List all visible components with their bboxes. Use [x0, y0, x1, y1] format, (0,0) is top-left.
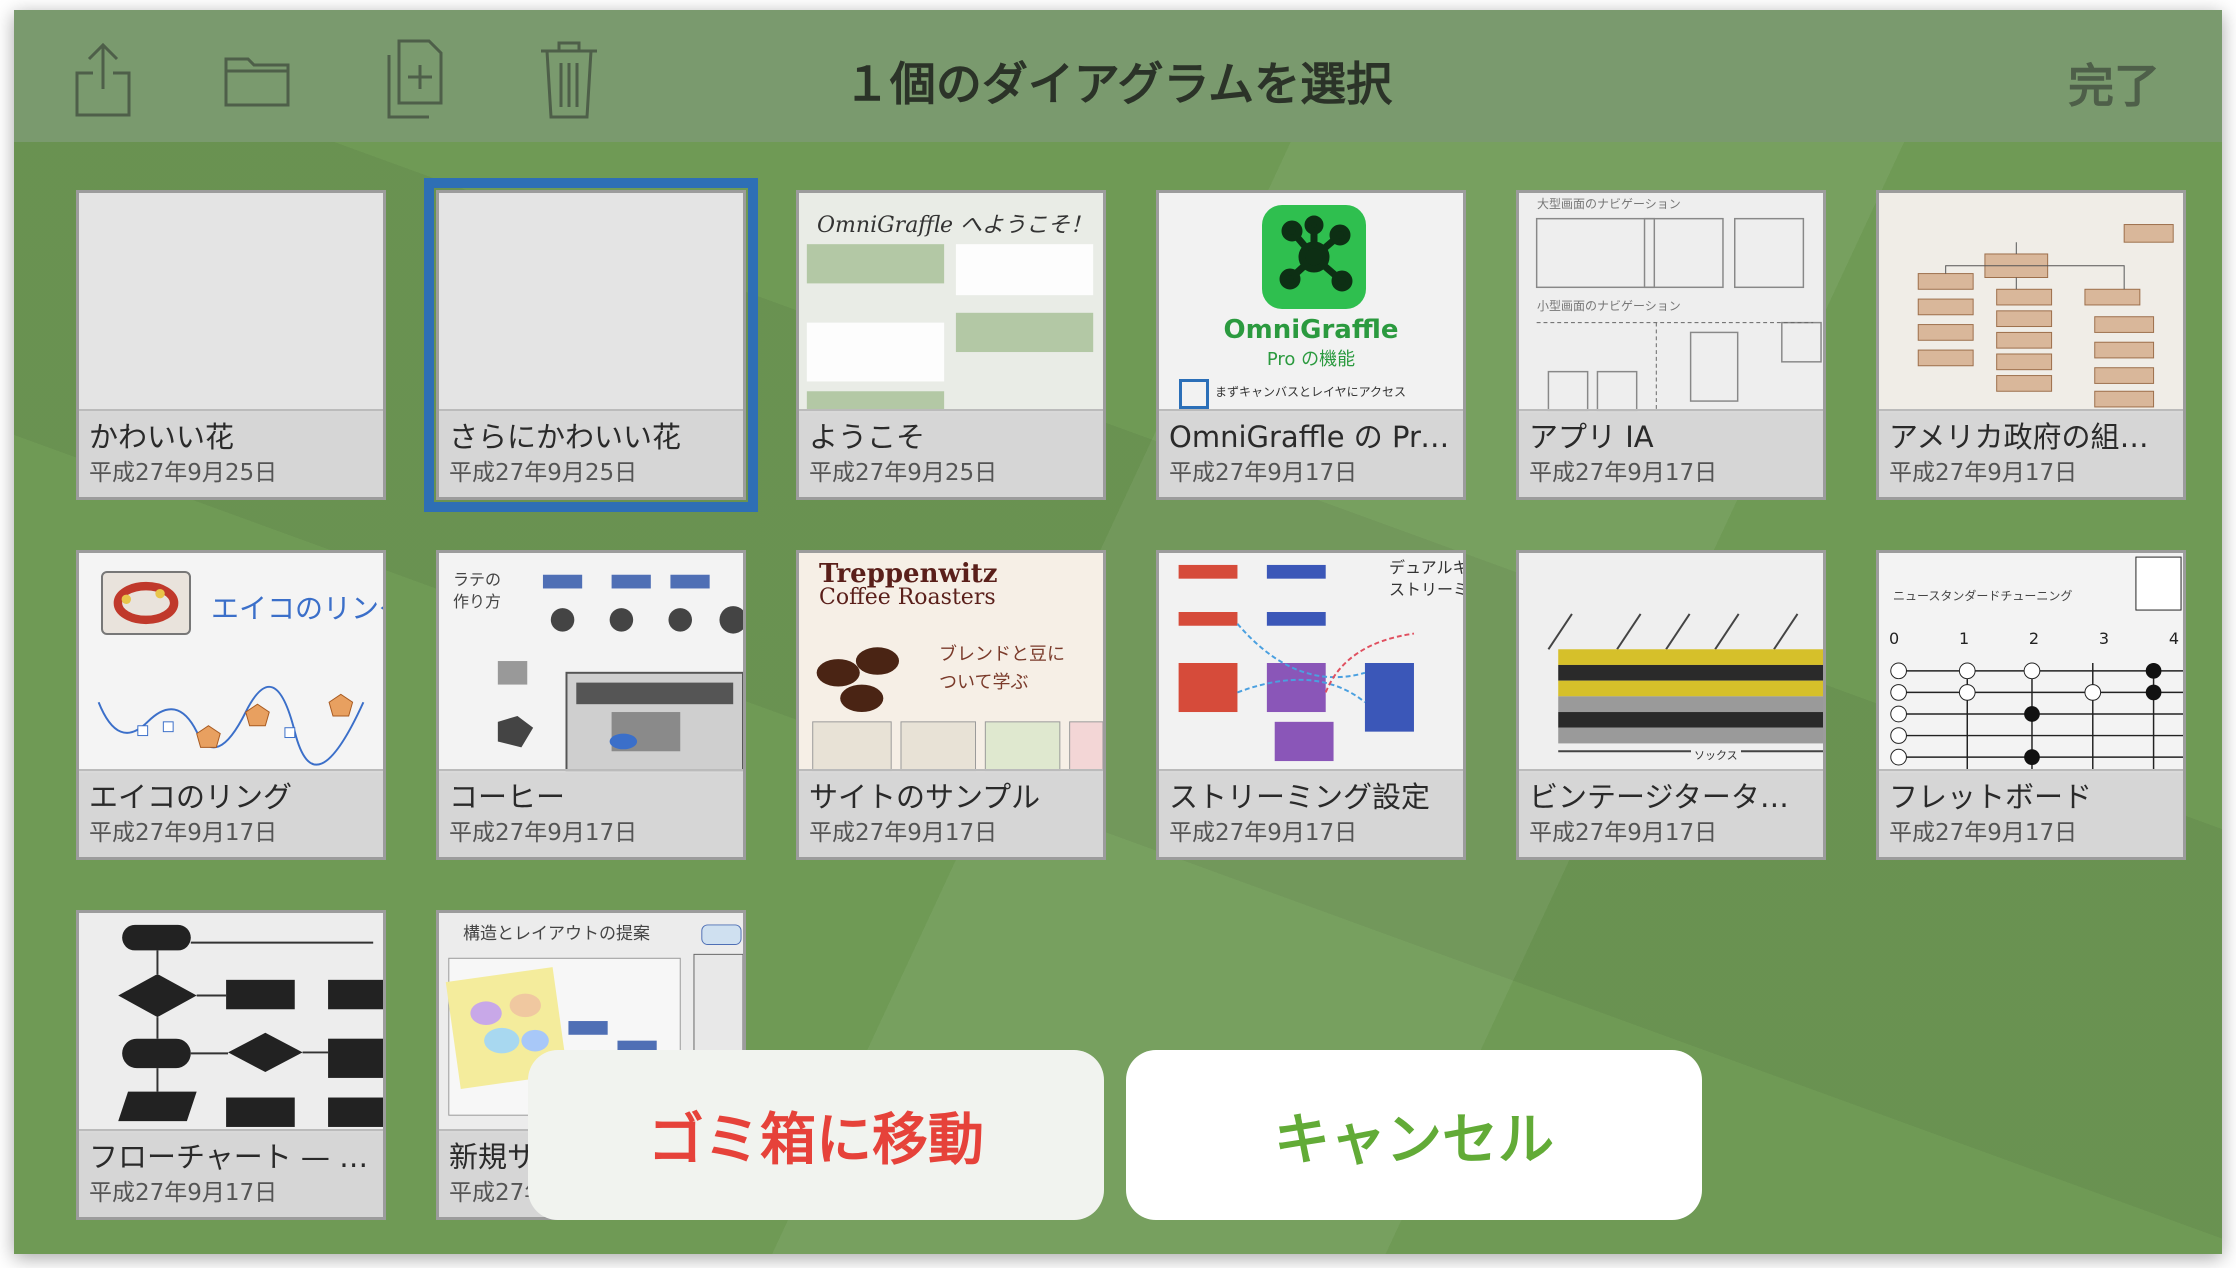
document-name: さらにかわいい花	[449, 420, 682, 454]
document-card[interactable]: ラテの作り方 コーヒー 平成27年9月17日	[436, 550, 746, 860]
document-date: 平成27年9月17日	[1889, 820, 2078, 846]
document-card[interactable]: アメリカ政府の組織図 平成27年9月17日	[1876, 190, 2186, 500]
document-date: 平成27年9月17日	[1169, 460, 1358, 486]
page-title: １個のダイアグラムを選択	[843, 57, 1393, 111]
document-thumbnail: 大型画面のナビゲーション 小型画面のナビゲーション	[1519, 193, 1823, 413]
document-date: 平成27年9月17日	[1529, 820, 1718, 846]
document-thumbnail	[1879, 193, 2183, 413]
document-name: アプリ IA	[1529, 420, 1654, 454]
document-name: フローチャート — T…	[89, 1140, 373, 1174]
document-date: 平成27年9月17日	[1889, 460, 2078, 486]
document-thumbnail	[79, 913, 383, 1133]
document-card[interactable]: OmniGraffle Pro の機能 まずキャンバスとレイヤにアクセス Omn…	[1156, 190, 1466, 500]
document-card[interactable]: Treppenwitz Coffee Roasters ブレンドと豆について学ぶ…	[796, 550, 1106, 860]
document-card[interactable]: エイコのリング エイコのリング 平成27年9月17日	[76, 550, 386, 860]
document-date: 平成27年9月17日	[1169, 820, 1358, 846]
document-card-selected[interactable]: さらにかわいい花 平成27年9月25日	[424, 178, 758, 512]
document-name: コーヒー	[449, 780, 566, 814]
document-thumbnail: OmniGraffle Pro の機能 まずキャンバスとレイヤにアクセス	[1159, 193, 1463, 413]
toolbar: １個のダイアグラムを選択 完了	[14, 10, 2222, 142]
document-date: 平成27年9月17日	[449, 820, 638, 846]
document-name: ビンテージタータン…	[1529, 780, 1813, 814]
document-thumbnail	[439, 193, 743, 413]
document-browser-screen: １個のダイアグラムを選択 完了 かわいい花 平成27年9月25日 さらにかわいい…	[14, 10, 2222, 1254]
document-thumbnail: エイコのリング	[79, 553, 383, 773]
cancel-button[interactable]: キャンセル	[1126, 1050, 1702, 1220]
document-name: エイコのリング	[89, 780, 293, 814]
document-date: 平成27年9月17日	[89, 1180, 278, 1206]
move-to-trash-button[interactable]: ゴミ箱に移動	[528, 1050, 1104, 1220]
document-name: ストリーミング設定	[1169, 780, 1431, 814]
omnigraffle-app-icon	[1262, 205, 1366, 309]
document-card[interactable]: OmniGraffle へようこそ！ ようこそ 平成27年9月25日	[796, 190, 1106, 500]
done-button[interactable]: 完了	[2068, 50, 2160, 116]
document-name: フレットボード	[1889, 780, 2093, 814]
document-card[interactable]: かわいい花 平成27年9月25日	[76, 190, 386, 500]
document-thumbnail: Treppenwitz Coffee Roasters ブレンドと豆について学ぶ	[799, 553, 1103, 773]
document-date: 平成27年9月17日	[1529, 460, 1718, 486]
document-name: アメリカ政府の組織図	[1889, 420, 2173, 454]
document-card[interactable]: フローチャート — T… 平成27年9月17日	[76, 910, 386, 1220]
document-card[interactable]: 大型画面のナビゲーション 小型画面のナビゲーション アプリ IA 平成27年9月…	[1516, 190, 1826, 500]
document-date: 平成27年9月17日	[809, 820, 998, 846]
document-date: 平成27年9月17日	[89, 820, 278, 846]
document-date: 平成27年9月25日	[809, 460, 998, 486]
document-thumbnail: OmniGraffle へようこそ！	[799, 193, 1103, 413]
document-date: 平成27年9月25日	[89, 460, 278, 486]
document-thumbnail: ソックス	[1519, 553, 1823, 773]
document-thumbnail: ラテの作り方	[439, 553, 743, 773]
document-name: サイトのサンプル	[809, 780, 1041, 814]
document-card[interactable]: デュアルキストリーミ ストリーミング設定 平成27年9月17日	[1156, 550, 1466, 860]
document-thumbnail	[79, 193, 383, 413]
document-name: OmniGraffle の Pro…	[1169, 420, 1453, 454]
document-thumbnail: デュアルキストリーミ	[1159, 553, 1463, 773]
document-thumbnail: ニュースタンダードチューニング 0 1 2 3 4	[1879, 553, 2183, 773]
document-card[interactable]: ニュースタンダードチューニング 0 1 2 3 4 フレットボード 平成27年9…	[1876, 550, 2186, 860]
document-date: 平成27年9月25日	[449, 460, 638, 486]
document-name: かわいい花	[89, 420, 235, 454]
document-card[interactable]: ソックス ビンテージタータン… 平成27年9月17日	[1516, 550, 1826, 860]
document-name: ようこそ	[809, 420, 926, 454]
